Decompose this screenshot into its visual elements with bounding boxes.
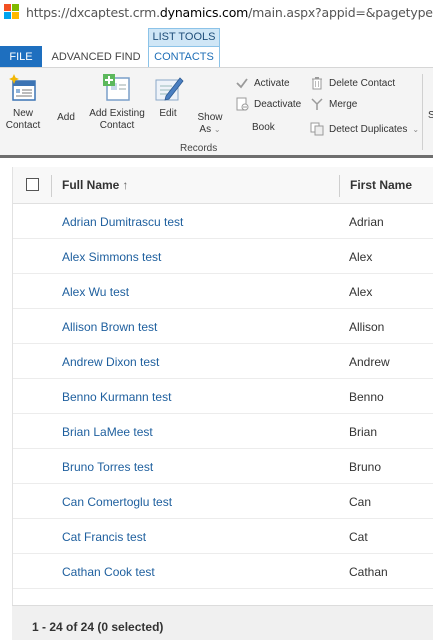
edit-icon — [152, 72, 184, 104]
list-tools-context-label: LIST TOOLS — [148, 28, 220, 46]
table-row[interactable]: Cat Francis test Cat — [13, 519, 433, 554]
grid-header: Full Name ↑ First Name — [13, 167, 433, 204]
tab-contacts[interactable]: CONTACTS — [148, 46, 220, 68]
first-name-cell: Adrian — [349, 215, 384, 229]
chevron-down-icon: ⌄ — [213, 125, 221, 134]
first-name-cell: Brian — [349, 425, 378, 439]
detect-duplicates-button[interactable]: Detect Duplicates ⌄ — [310, 122, 419, 136]
grid-footer: 1 - 24 of 24 (0 selected) — [12, 605, 433, 640]
merge-button[interactable]: Merge — [310, 97, 357, 111]
records-group-label: Records — [180, 143, 218, 154]
detect-duplicates-icon — [310, 122, 324, 136]
new-contact-icon — [7, 72, 39, 104]
deactivate-label: Deactivate — [254, 98, 302, 110]
first-name-cell: Cat — [349, 530, 368, 544]
ribbon-overflow-label: S — [428, 110, 433, 121]
edit-button[interactable]: Edit — [152, 72, 184, 120]
tab-advanced-find[interactable]: ADVANCED FIND — [48, 46, 144, 68]
column-header-first-name[interactable]: First Name — [350, 178, 412, 192]
select-all-checkbox[interactable] — [26, 178, 39, 191]
first-name-cell: Cathan — [349, 565, 388, 579]
deactivate-icon — [235, 97, 249, 111]
full-name-header-label: Full Name — [62, 178, 120, 192]
full-name-link[interactable]: Brian LaMee test — [62, 425, 153, 439]
column-divider — [51, 175, 52, 197]
record-count-status: 1 - 24 of 24 (0 selected) — [32, 620, 164, 634]
ribbon-separator — [422, 74, 423, 150]
table-row[interactable]: Can Comertoglu test Can — [13, 484, 433, 519]
merge-label: Merge — [329, 98, 358, 110]
table-row[interactable]: Andrew Dixon test Andrew — [13, 344, 433, 379]
first-name-cell: Andrew — [349, 355, 390, 369]
url-text[interactable]: https://dxcaptest.crm.dynamics.com/main.… — [26, 5, 433, 20]
book-label: Book — [252, 122, 275, 133]
column-header-full-name[interactable]: Full Name ↑ — [62, 178, 128, 192]
table-row[interactable]: Alex Wu test Alex — [13, 274, 433, 309]
ribbon: New Contact Add Add Existing Contact Edi… — [0, 67, 433, 155]
full-name-link[interactable]: Cat Francis test — [62, 530, 146, 544]
show-as-button[interactable]: Show As ⌄ — [190, 112, 230, 136]
microsoft-logo-icon — [4, 4, 19, 20]
add-existing-contact-label: Add Existing Contact — [89, 108, 145, 131]
full-name-link[interactable]: Andrew Dixon test — [62, 355, 159, 369]
add-button[interactable]: Add — [52, 112, 80, 124]
full-name-link[interactable]: Cathan Cook test — [62, 565, 155, 579]
contacts-grid: Full Name ↑ First Name Adrian Dumitrascu … — [12, 167, 433, 640]
trash-icon — [310, 76, 324, 90]
table-row[interactable]: Allison Brown test Allison — [13, 309, 433, 344]
full-name-link[interactable]: Alex Wu test — [62, 285, 129, 299]
edit-label: Edit — [159, 108, 177, 119]
add-existing-contact-icon — [101, 72, 133, 104]
table-row[interactable]: Brian LaMee test Brian — [13, 414, 433, 449]
full-name-link[interactable]: Can Comertoglu test — [62, 495, 172, 509]
first-name-cell: Alex — [349, 250, 373, 264]
tab-file[interactable]: FILE — [0, 46, 42, 68]
full-name-link[interactable]: Allison Brown test — [62, 320, 157, 334]
deactivate-button[interactable]: Deactivate — [235, 97, 301, 111]
full-name-link[interactable]: Benno Kurmann test — [62, 390, 171, 404]
table-row[interactable]: Bruno Torres test Bruno — [13, 449, 433, 484]
activate-label: Activate — [254, 77, 290, 89]
book-button[interactable]: Book — [252, 122, 275, 133]
activate-button[interactable]: Activate — [235, 76, 290, 90]
table-row[interactable]: Cathan Cook test Cathan — [13, 554, 433, 589]
ribbon-overflow-button[interactable]: S — [428, 110, 433, 121]
full-name-link[interactable]: Adrian Dumitrascu test — [62, 215, 183, 229]
grid-rows: Adrian Dumitrascu test Adrian Alex Simmons… — [13, 204, 433, 589]
delete-contact-label: Delete Contact — [329, 77, 396, 89]
address-bar[interactable]: https://dxcaptest.crm.dynamics.com/main.… — [0, 0, 433, 24]
grid-top-divider — [0, 155, 433, 158]
full-name-link[interactable]: Bruno Torres test — [62, 460, 153, 474]
first-name-cell: Alex — [349, 285, 373, 299]
first-name-cell: Can — [349, 495, 372, 509]
new-contact-button[interactable]: New Contact — [4, 72, 42, 132]
ribbon-tabs: LIST TOOLS FILE ADVANCED FIND CONTACTS — [0, 28, 433, 68]
full-name-link[interactable]: Alex Simmons test — [62, 250, 161, 264]
check-icon — [235, 76, 249, 90]
first-name-cell: Bruno — [349, 460, 382, 474]
first-name-cell: Allison — [349, 320, 385, 334]
table-row[interactable]: Alex Simmons test Alex — [13, 239, 433, 274]
column-divider[interactable] — [339, 175, 340, 197]
first-name-cell: Benno — [349, 390, 384, 404]
chevron-down-icon: ⌄ — [412, 124, 420, 134]
add-existing-contact-button[interactable]: Add Existing Contact — [86, 72, 148, 132]
add-label: Add — [57, 112, 75, 123]
sort-ascending-icon: ↑ — [122, 178, 129, 192]
new-contact-label: New Contact — [5, 108, 41, 131]
merge-icon — [310, 97, 324, 111]
detect-duplicates-label: Detect Duplicates — [329, 123, 408, 135]
table-row[interactable]: Benno Kurmann test Benno — [13, 379, 433, 414]
table-row[interactable]: Adrian Dumitrascu test Adrian — [13, 204, 433, 239]
delete-contact-button[interactable]: Delete Contact — [310, 76, 395, 90]
